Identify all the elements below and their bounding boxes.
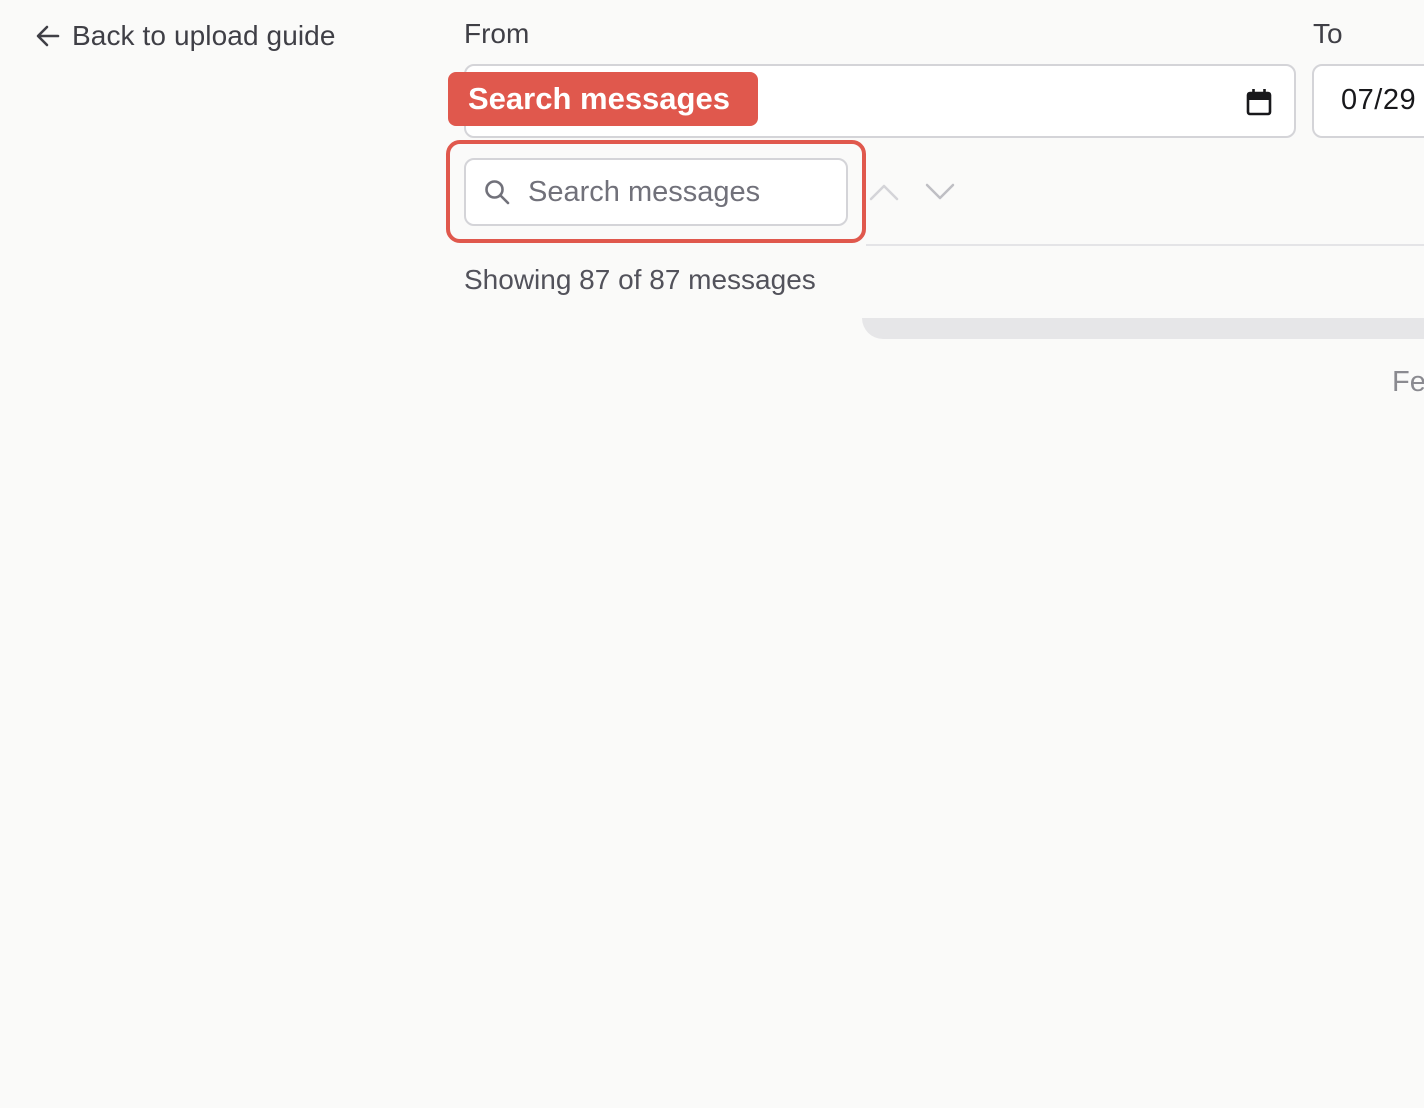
search-box[interactable] <box>464 158 848 226</box>
timeline-band <box>862 318 1424 339</box>
to-date-input[interactable]: 07/29 <box>1312 64 1424 138</box>
divider <box>866 244 1424 246</box>
arrow-left-icon <box>34 22 62 50</box>
from-label: From <box>464 18 530 49</box>
results-count: Showing 87 of 87 messages <box>464 264 816 295</box>
timeline-month-label: Fe <box>1392 366 1424 398</box>
back-to-upload-guide-link[interactable]: Back to upload guide <box>34 18 336 54</box>
to-date-value: 07/29 <box>1341 84 1417 116</box>
chevron-down-icon[interactable] <box>922 174 958 210</box>
highlight-tag: Search messages <box>448 72 758 126</box>
to-label: To <box>1313 18 1343 49</box>
search-icon <box>485 180 510 205</box>
back-link-label: Back to upload guide <box>72 20 336 51</box>
chevron-up-icon[interactable] <box>866 174 902 210</box>
search-input[interactable] <box>528 175 828 209</box>
calendar-icon[interactable] <box>1246 88 1272 116</box>
